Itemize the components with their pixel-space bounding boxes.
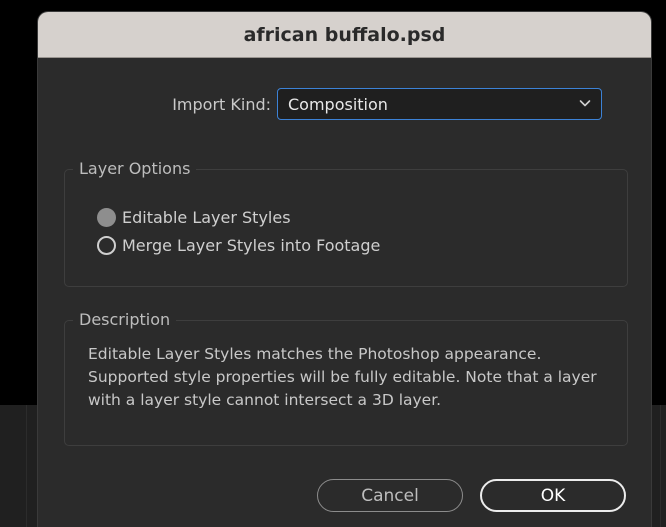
dialog-titlebar[interactable]: african buffalo.psd	[38, 12, 651, 58]
radio-unselected-icon	[97, 235, 116, 255]
dialog-title: african buffalo.psd	[243, 23, 446, 46]
description-text: Editable Layer Styles matches the Photos…	[88, 345, 597, 409]
radio-merge-layer-styles[interactable]: Merge Layer Styles into Footage	[97, 234, 380, 256]
background-divider	[660, 405, 661, 527]
import-kind-label: Import Kind:	[172, 95, 271, 114]
import-kind-row: Import Kind: Composition	[38, 88, 651, 122]
radio-label: Editable Layer Styles	[122, 207, 291, 227]
description-legend: Description	[73, 310, 177, 329]
description-group: Description Editable Layer Styles matche…	[64, 310, 628, 446]
ok-button[interactable]: OK	[480, 479, 626, 512]
cancel-button[interactable]: Cancel	[317, 479, 463, 512]
background-divider	[26, 405, 27, 527]
layer-options-group: Layer Options Editable Layer Styles Merg…	[64, 159, 628, 287]
radio-label: Merge Layer Styles into Footage	[122, 235, 381, 255]
layer-options-legend: Layer Options	[73, 159, 197, 178]
chevron-down-icon	[579, 100, 591, 107]
import-kind-dropdown[interactable]: Composition	[277, 88, 602, 120]
import-kind-value: Composition	[288, 95, 388, 114]
import-dialog: african buffalo.psd Import Kind: Composi…	[38, 12, 651, 527]
radio-editable-layer-styles[interactable]: Editable Layer Styles	[97, 206, 291, 228]
radio-selected-icon	[97, 207, 116, 227]
